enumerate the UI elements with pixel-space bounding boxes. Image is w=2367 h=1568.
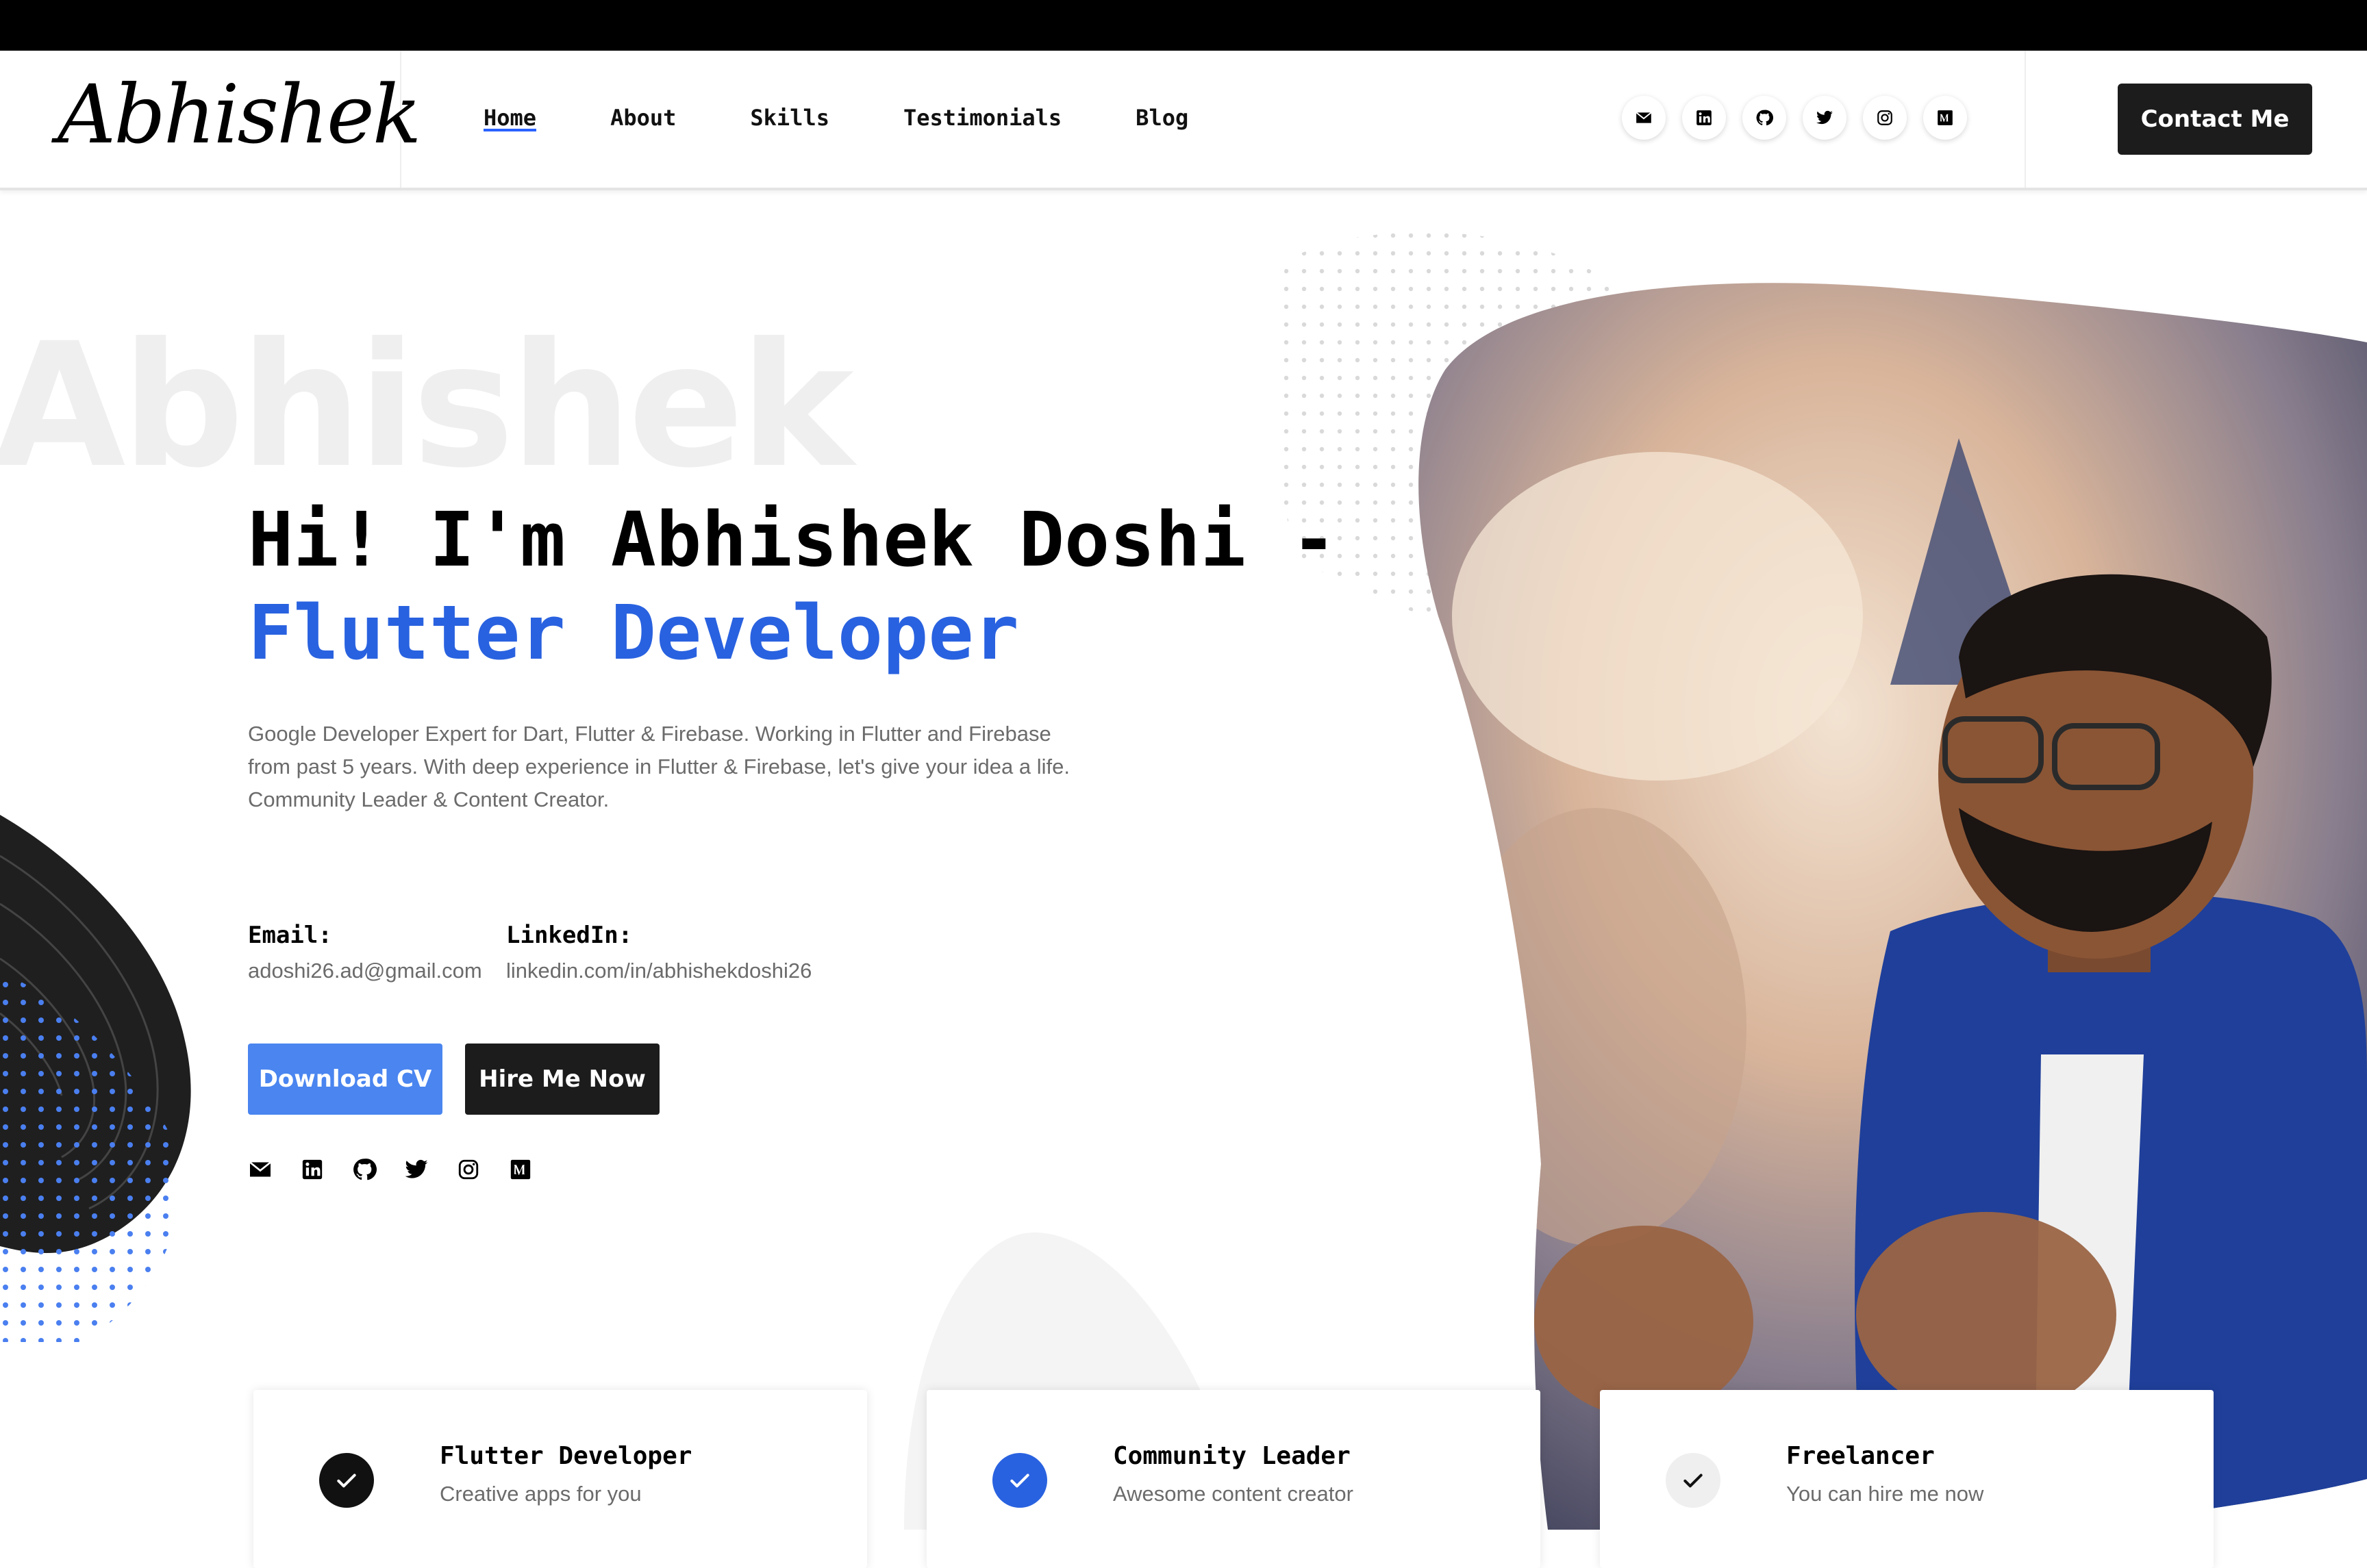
hero-social-links	[248, 1157, 533, 1182]
nav-blog[interactable]: Blog	[1136, 103, 1188, 133]
hire-me-button[interactable]: Hire Me Now	[465, 1044, 660, 1115]
header-instagram-link[interactable]	[1863, 96, 1907, 140]
twitter-icon	[1816, 109, 1833, 127]
card-subtitle: Awesome content creator	[1113, 1482, 1353, 1506]
instagram-icon	[457, 1158, 480, 1181]
logo[interactable]: Abhishek	[58, 74, 421, 155]
hero-medium-link[interactable]	[508, 1157, 533, 1182]
github-icon	[1755, 109, 1773, 127]
medium-icon	[509, 1158, 532, 1181]
hero-description: Google Developer Expert for Dart, Flutte…	[248, 722, 1070, 811]
linkedin-info: LinkedIn: linkedin.com/in/abhishekdoshi2…	[506, 922, 812, 983]
nav-testimonials[interactable]: Testimonials	[903, 103, 1062, 133]
nav-skills[interactable]: Skills	[750, 103, 829, 133]
linkedin-value[interactable]: linkedin.com/in/abhishekdoshi26	[506, 959, 812, 983]
email-info: Email: adoshi26.ad@gmail.com	[248, 922, 482, 983]
github-icon	[352, 1157, 377, 1182]
feature-card-flutter: Flutter Developer Creative apps for you	[253, 1390, 867, 1568]
check-icon	[333, 1467, 360, 1494]
hero-title-line1: Hi! I'm Abhishek Doshi -	[248, 496, 1337, 583]
logo-container: Abhishek	[0, 51, 421, 188]
download-cv-button[interactable]: Download CV	[248, 1044, 442, 1115]
hero-twitter-link[interactable]	[404, 1157, 429, 1182]
twitter-icon	[404, 1157, 429, 1182]
hero-email-link[interactable]	[248, 1157, 273, 1182]
instagram-icon	[1876, 109, 1894, 127]
linkedin-label: LinkedIn:	[506, 922, 633, 949]
check-icon	[1679, 1467, 1707, 1494]
card-subtitle: Creative apps for you	[440, 1482, 642, 1506]
contact-me-button[interactable]: Contact Me	[2118, 84, 2312, 155]
linkedin-icon	[1695, 109, 1713, 127]
header-medium-link[interactable]	[1923, 96, 1967, 140]
feature-card-freelancer: Freelancer You can hire me now	[1600, 1390, 2214, 1568]
hero-instagram-link[interactable]	[456, 1157, 481, 1182]
header-linkedin-link[interactable]	[1682, 96, 1726, 140]
hero-title-role: Flutter Developer	[248, 589, 1019, 676]
card-title: Freelancer	[1786, 1442, 1935, 1470]
check-badge	[319, 1453, 374, 1508]
card-title: Community Leader	[1113, 1442, 1351, 1470]
check-badge	[1666, 1453, 1720, 1508]
header-github-link[interactable]	[1742, 96, 1786, 140]
card-title: Flutter Developer	[440, 1442, 692, 1470]
header-divider	[2025, 51, 2026, 188]
header-email-link[interactable]	[1622, 96, 1666, 140]
check-icon	[1006, 1467, 1034, 1494]
main-nav: Home About Skills Testimonials Blog	[484, 103, 1262, 133]
header-social-links	[1622, 96, 1967, 140]
feature-card-community: Community Leader Awesome content creator	[927, 1390, 1540, 1568]
header-twitter-link[interactable]	[1803, 96, 1846, 140]
linkedin-icon	[301, 1158, 324, 1181]
email-label: Email:	[248, 922, 332, 949]
check-badge	[992, 1453, 1047, 1508]
nav-about[interactable]: About	[610, 103, 676, 133]
hero-title: Hi! I'm Abhishek Doshi - Flutter Develop…	[248, 493, 1336, 679]
profile-photo	[1418, 283, 2367, 1530]
medium-icon	[1936, 109, 1954, 127]
watermark-text: Abhishek	[0, 306, 854, 505]
envelope-icon	[248, 1157, 273, 1182]
site-header: Abhishek Home About Skills Testimonials …	[0, 51, 2367, 190]
card-subtitle: You can hire me now	[1786, 1482, 1984, 1506]
hero-github-link[interactable]	[352, 1157, 377, 1182]
email-value[interactable]: adoshi26.ad@gmail.com	[248, 959, 482, 983]
envelope-icon	[1635, 109, 1653, 127]
hero-linkedin-link[interactable]	[300, 1157, 325, 1182]
nav-home[interactable]: Home	[484, 103, 537, 133]
